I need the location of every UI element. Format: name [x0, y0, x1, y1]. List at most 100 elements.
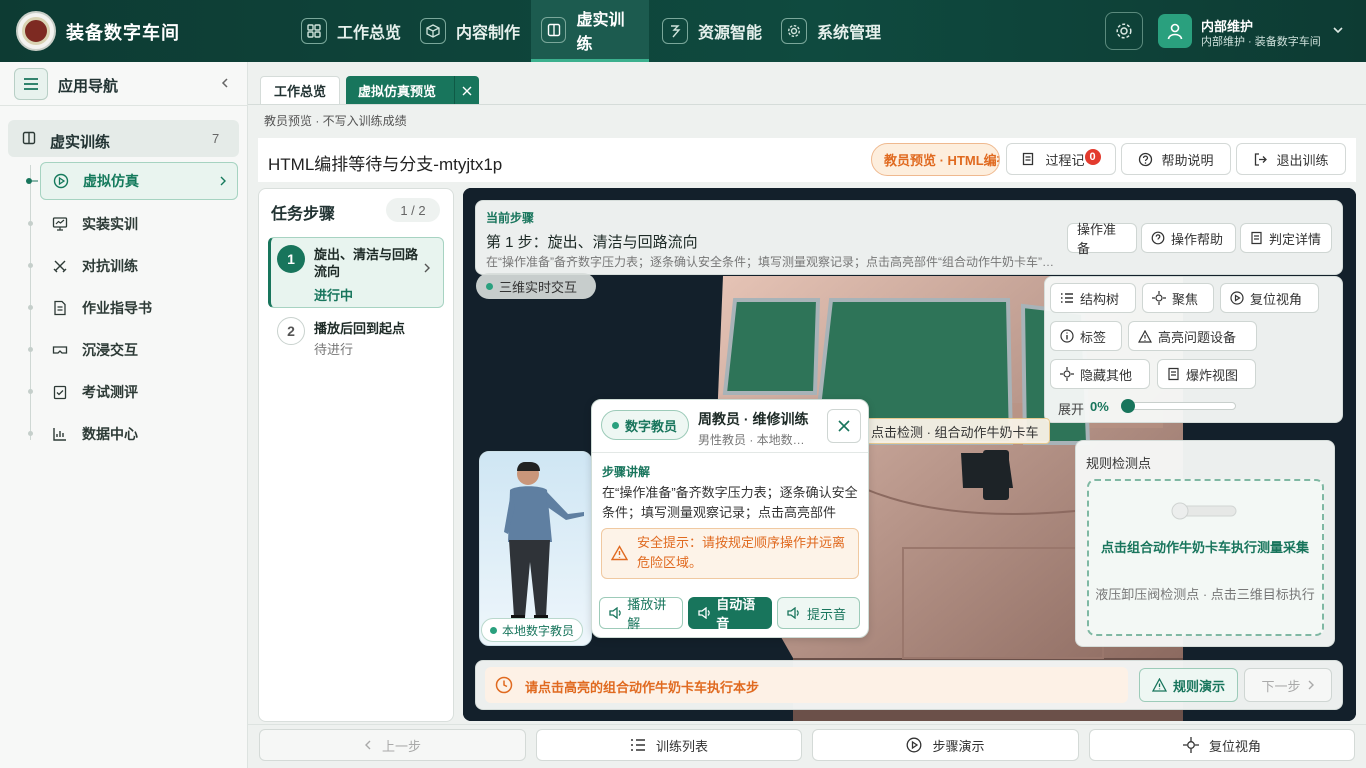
sidebar-item-exam[interactable]: 考试测评 — [40, 373, 238, 411]
step-number: 1 — [277, 245, 305, 273]
chevron-left-icon[interactable] — [220, 77, 230, 89]
explode-view-button[interactable]: 爆炸视图 — [1157, 359, 1256, 389]
safety-text: 安全提示：请按规定顺序操作并远离危险区域。 — [637, 535, 846, 570]
document-icon — [1251, 231, 1262, 245]
play-circle-icon — [907, 737, 922, 753]
nav-system[interactable]: 系统管理 — [771, 0, 891, 62]
tone-button[interactable]: 提示音 — [777, 597, 860, 629]
menu-toggle-button[interactable] — [14, 68, 48, 100]
clipboard-check-icon — [53, 385, 67, 400]
tab-virtual-preview[interactable]: 虚拟仿真预览 — [346, 76, 479, 105]
structure-tree-button[interactable]: 结构树 — [1050, 283, 1136, 313]
sidebar-item-confrontation[interactable]: 对抗训练 — [40, 247, 238, 285]
chevron-down-icon[interactable] — [1332, 25, 1344, 35]
gear-icon — [781, 18, 807, 44]
settings-button[interactable] — [1105, 12, 1143, 50]
instructor-video — [479, 451, 592, 646]
highlight-issue-button[interactable]: 高亮问题设备 — [1128, 321, 1257, 351]
process-record-button[interactable]: 过程记 0 — [1006, 143, 1116, 175]
vr-headset-icon — [52, 346, 68, 354]
chart-icon — [53, 428, 66, 441]
play-circle-icon — [53, 173, 69, 189]
explain-section-label: 步骤讲解 — [602, 465, 651, 479]
sidebar-item-data-center[interactable]: 数据中心 — [40, 415, 238, 453]
gear-icon — [1116, 23, 1132, 39]
crosshair-icon — [1152, 291, 1166, 305]
footer-hint-text: 请点击高亮的组合动作牛奶卡车执行本步 — [525, 680, 760, 695]
question-icon — [1151, 231, 1165, 245]
speaker-icon — [787, 607, 799, 619]
task-step-count: 1 / 2 — [386, 198, 440, 222]
tab-overview[interactable]: 工作总览 — [260, 76, 340, 105]
nav-content[interactable]: 内容制作 — [410, 0, 530, 62]
local-instructor-chip: 本地数字教员 — [481, 618, 584, 642]
explain-text: 在“操作准备”备齐数字压力表；逐条确认安全条件；填写测量观察记录；点击高亮部件 — [602, 485, 858, 520]
rule-sub-text: 液压卸压阀检测点 · 点击三维目标执行 — [1095, 587, 1315, 602]
avatar[interactable] — [1158, 14, 1192, 48]
task-steps-title: 任务步骤 — [271, 206, 336, 223]
sidebar-item-immersive[interactable]: 沉浸交互 — [40, 331, 238, 369]
question-icon — [1139, 152, 1153, 166]
current-step-title: 第 1 步：旋出、清洁与回路流向 — [486, 234, 698, 251]
close-icon — [838, 420, 850, 432]
breadcrumb: 教员预览 · 不写入训练成绩 — [264, 114, 407, 128]
step-title: 播放后回到起点 — [314, 321, 406, 336]
sidebar-title: 应用导航 — [58, 78, 119, 95]
user-org: 内部维护 · 装备数字车间 — [1201, 36, 1321, 48]
nav-overview[interactable]: 工作总览 — [291, 0, 411, 62]
help-button[interactable]: 帮助说明 — [1121, 143, 1231, 175]
document-icon — [1023, 152, 1034, 166]
operation-help-button[interactable]: 操作帮助 — [1141, 223, 1236, 253]
exit-training-button[interactable]: 退出训练 — [1236, 143, 1346, 175]
swords-icon — [53, 260, 67, 273]
reset-view-button[interactable]: 复位视角 — [1220, 283, 1319, 313]
sidebar-item-real-training[interactable]: 实装实训 — [40, 205, 238, 243]
ai-icon — [662, 18, 688, 44]
logout-icon — [1255, 152, 1268, 166]
monitor-icon — [52, 217, 68, 231]
sidebar-item-guide[interactable]: 作业指导书 — [40, 289, 238, 327]
logo — [16, 11, 56, 51]
record-count-badge: 0 — [1084, 149, 1101, 165]
speaker-icon — [609, 607, 621, 619]
bottom-reset-view-button[interactable]: 复位视角 — [1089, 729, 1355, 761]
expand-label: 展开 — [1058, 402, 1085, 417]
warning-icon — [1151, 678, 1167, 692]
crosshair-icon — [1060, 367, 1074, 381]
prev-step-button[interactable]: 上一步 — [259, 729, 526, 761]
training-list-button[interactable]: 训练列表 — [536, 729, 802, 761]
valve-icon — [1168, 498, 1242, 524]
play-explain-button[interactable]: 播放讲解 — [599, 597, 683, 631]
step-demo-button[interactable]: 步骤演示 — [812, 729, 1079, 761]
close-icon[interactable] — [462, 86, 472, 96]
nav-resource-ai[interactable]: 资源智能 — [652, 0, 772, 62]
expand-slider[interactable] — [1121, 399, 1236, 413]
crosshair-icon — [1182, 737, 1199, 753]
sidebar-item-virtual-sim[interactable]: 虚拟仿真 — [40, 162, 238, 200]
operation-prep-button[interactable]: 操作准备 — [1067, 222, 1137, 256]
document-icon — [54, 300, 66, 316]
chevron-right-icon — [220, 176, 226, 186]
nav-virtual-training[interactable]: 虚实训练 — [531, 0, 649, 62]
close-instructor-button[interactable] — [827, 409, 861, 443]
focus-button[interactable]: 聚焦 — [1142, 283, 1214, 313]
next-step-button[interactable]: 下一步 — [1244, 668, 1332, 702]
sidebar-group-virtual-training[interactable] — [8, 120, 239, 157]
slider-handle[interactable] — [1121, 399, 1135, 413]
clock-icon — [495, 676, 513, 694]
step-status: 待进行 — [314, 342, 354, 357]
mode-chip: 三维实时交互 — [476, 273, 596, 299]
page-title: HTML编排等待与分支-mtyjtx1p — [268, 155, 503, 174]
auto-voice-button[interactable]: 自动语音 — [688, 597, 772, 631]
menu-icon — [24, 78, 38, 90]
sidebar-group-count: 7 — [212, 131, 220, 146]
rule-demo-button[interactable]: 规则演示 — [1139, 668, 1238, 702]
digital-instructor-chip: 数字教员 — [601, 410, 689, 440]
labels-button[interactable]: 标签 — [1050, 321, 1122, 351]
judge-detail-button[interactable]: 判定详情 — [1240, 223, 1332, 253]
document-icon — [1168, 367, 1179, 381]
hide-others-button[interactable]: 隐藏其他 — [1050, 359, 1150, 389]
cube-icon — [420, 18, 446, 44]
sidebar-group-label: 虚实训练 — [50, 134, 111, 151]
current-step-desc: 在“操作准备”备齐数字压力表；逐条确认安全条件；填写测量观察记录；点击高亮部件“… — [486, 255, 1058, 269]
